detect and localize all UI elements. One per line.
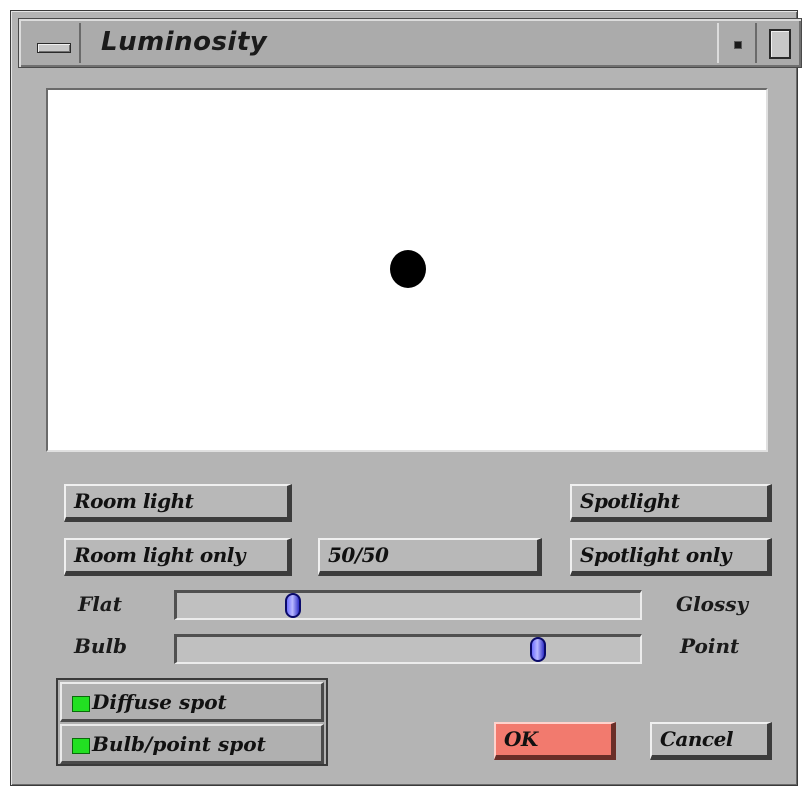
bulb-point-spot-label: Bulb/point spot: [92, 732, 266, 756]
diffuse-spot-toggle[interactable]: Diffuse spot: [60, 682, 324, 722]
spotlight-button[interactable]: Spotlight: [570, 484, 772, 522]
minimize-icon: [734, 41, 742, 49]
bulb-point-spot-indicator-icon: [72, 738, 90, 754]
bulb-label: Bulb: [74, 634, 128, 658]
point-label: Point: [680, 634, 740, 658]
window-menu-button[interactable]: [23, 23, 81, 63]
ok-button[interactable]: OK: [494, 722, 616, 760]
minimize-button[interactable]: [717, 23, 757, 63]
light-preview-area[interactable]: [46, 88, 768, 452]
fifty-fifty-button[interactable]: 50/50: [318, 538, 542, 576]
glossy-label: Glossy: [676, 592, 749, 616]
bulb-point-slider[interactable]: [174, 634, 642, 664]
room-light-button[interactable]: Room light: [64, 484, 292, 522]
spot-options-group: Diffuse spot Bulb/point spot: [56, 678, 328, 766]
title-bar[interactable]: Luminosity: [18, 18, 802, 68]
diffuse-spot-label: Diffuse spot: [92, 690, 227, 714]
maximize-icon: [769, 29, 791, 59]
bulb-point-slider-thumb[interactable]: [530, 637, 547, 662]
bulb-point-spot-toggle[interactable]: Bulb/point spot: [60, 724, 324, 764]
window-menu-icon: [37, 43, 71, 53]
window-title: Luminosity: [101, 27, 268, 57]
light-source-dot[interactable]: [390, 250, 426, 288]
flat-glossy-slider[interactable]: [174, 590, 642, 620]
maximize-button[interactable]: [761, 23, 799, 63]
flat-glossy-slider-thumb[interactable]: [284, 593, 301, 618]
cancel-button[interactable]: Cancel: [650, 722, 772, 760]
diffuse-spot-indicator-icon: [72, 696, 90, 712]
room-light-only-button[interactable]: Room light only: [64, 538, 292, 576]
spotlight-only-button[interactable]: Spotlight only: [570, 538, 772, 576]
flat-label: Flat: [78, 592, 122, 616]
